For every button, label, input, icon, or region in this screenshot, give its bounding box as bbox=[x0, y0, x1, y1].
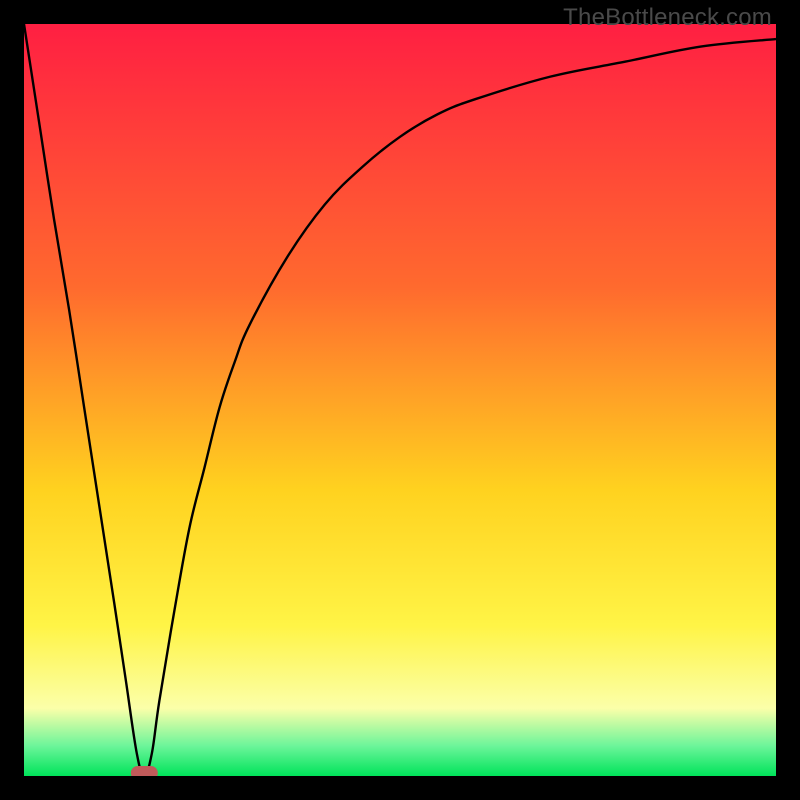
bottleneck-curve bbox=[24, 24, 776, 776]
chart-frame: TheBottleneck.com bbox=[0, 0, 800, 800]
minimum-marker-icon bbox=[131, 767, 157, 777]
watermark-text: TheBottleneck.com bbox=[563, 4, 772, 32]
plot-area bbox=[24, 24, 776, 776]
